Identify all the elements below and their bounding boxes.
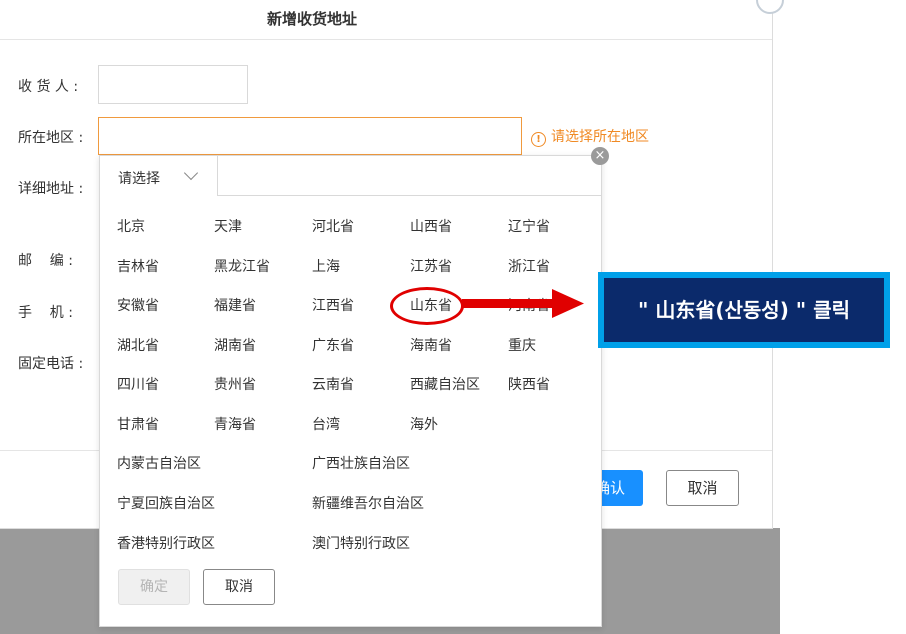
region-option[interactable]: 湖北省	[117, 335, 159, 355]
region-option[interactable]: 福建省	[214, 295, 256, 315]
highlight-ellipse	[390, 287, 464, 325]
warning-icon: !	[531, 132, 546, 147]
region-option[interactable]: 浙江省	[508, 256, 550, 276]
picker-cancel-button[interactable]: 取消	[203, 569, 275, 605]
callout-text: " 山东省(산동성) " 클릭	[604, 278, 884, 342]
province-tab-label: 请选择	[118, 171, 160, 187]
region-warning: ! 请选择所在地区	[531, 126, 649, 147]
region-warning-text: 请选择所在地区	[551, 129, 649, 145]
region-option[interactable]: 辽宁省	[508, 216, 550, 236]
region-option[interactable]: 澳门特别行政区	[312, 533, 410, 553]
region-option[interactable]: 河北省	[312, 216, 354, 236]
region-option[interactable]: 云南省	[312, 374, 354, 394]
dialog-cancel-button[interactable]: 取消	[666, 470, 739, 506]
region-select[interactable]	[98, 117, 522, 155]
region-label: 所在地区 :	[18, 130, 84, 146]
region-option[interactable]: 湖南省	[214, 335, 256, 355]
chevron-down-icon	[183, 165, 199, 181]
region-option[interactable]: 广东省	[312, 335, 354, 355]
region-option[interactable]: 山西省	[410, 216, 452, 236]
region-option[interactable]: 台湾	[312, 414, 340, 434]
postcode-label: 邮 编 :	[18, 253, 73, 269]
close-icon[interactable]: ×	[591, 147, 609, 165]
region-option[interactable]: 江苏省	[410, 256, 452, 276]
region-option[interactable]: 甘肃省	[117, 414, 159, 434]
region-option[interactable]: 香港特别行政区	[117, 533, 215, 553]
region-option[interactable]: 内蒙古自治区	[117, 453, 201, 473]
region-option[interactable]: 海南省	[410, 335, 452, 355]
phone-label: 手 机 :	[18, 305, 73, 321]
tab-underline	[218, 195, 602, 196]
region-option[interactable]: 青海省	[214, 414, 256, 434]
dialog-header: 新增收货地址	[0, 0, 772, 40]
dialog-title: 新增收货地址	[266, 10, 357, 28]
region-option[interactable]: 重庆	[508, 335, 536, 355]
region-option[interactable]: 上海	[312, 256, 340, 276]
region-option[interactable]: 吉林省	[117, 256, 159, 276]
region-option[interactable]: 陕西省	[508, 374, 550, 394]
region-option[interactable]: 西藏自治区	[410, 374, 480, 394]
region-option[interactable]: 宁夏回族自治区	[117, 493, 215, 513]
detail-address-label: 详细地址 :	[18, 181, 84, 197]
region-option[interactable]: 北京	[117, 216, 145, 236]
region-option[interactable]: 安徽省	[117, 295, 159, 315]
region-option[interactable]: 广西壮族自治区	[312, 453, 410, 473]
region-option[interactable]: 黑龙江省	[214, 256, 270, 276]
region-option[interactable]: 天津	[214, 216, 242, 236]
landline-label: 固定电话 :	[18, 356, 84, 372]
picker-confirm-button[interactable]: 确定	[118, 569, 190, 605]
red-arrow-icon	[462, 289, 584, 318]
region-option[interactable]: 贵州省	[214, 374, 256, 394]
recipient-label: 收 货 人 :	[18, 79, 79, 95]
recipient-input[interactable]	[98, 65, 248, 104]
region-option[interactable]: 新疆维吾尔自治区	[312, 493, 424, 513]
region-option[interactable]: 四川省	[117, 374, 159, 394]
instruction-callout: " 山东省(산동성) " 클릭	[598, 272, 890, 348]
region-option[interactable]: 江西省	[312, 295, 354, 315]
province-tab[interactable]: 请选择	[100, 156, 218, 196]
region-option[interactable]: 海外	[410, 414, 438, 434]
